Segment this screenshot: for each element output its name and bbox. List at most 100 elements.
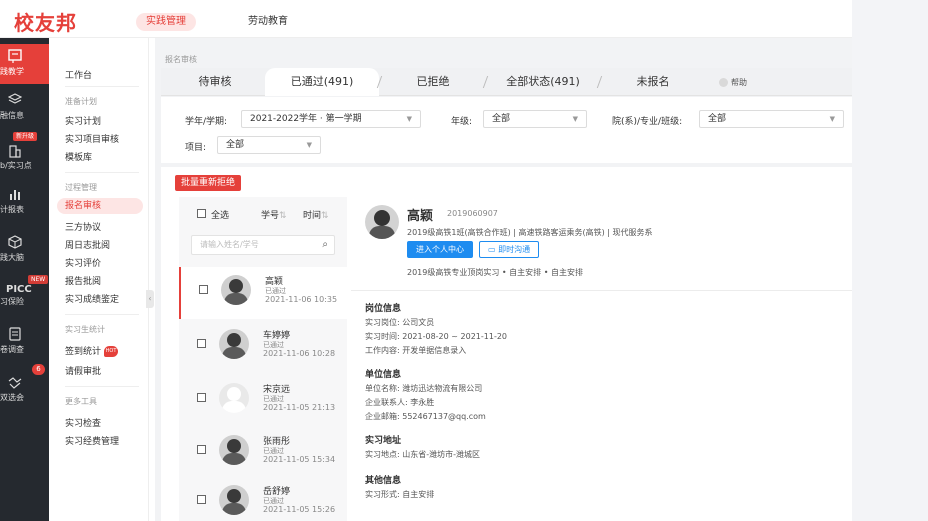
rail-item-practice[interactable]: 践教学 [0, 44, 49, 84]
tab-pending[interactable]: 待审核 [165, 68, 265, 96]
menu-item-project-review[interactable]: 实习项目审核 [65, 132, 119, 145]
row-checkbox[interactable] [197, 495, 206, 504]
student-time: 2021-11-05 21:13 [263, 403, 336, 412]
menu-item-workbench[interactable]: 工作台 [65, 68, 92, 81]
content-panel: 批量重新拒绝 全选 学号⇅ 时间⇅ 请输入姓名/学号 ⌕ 高颖 已通过 2021… [161, 167, 852, 521]
list-item[interactable]: 高颖 已通过 2021-11-06 10:35 [179, 267, 347, 319]
sort-by-time[interactable]: 时间⇅ [303, 208, 329, 221]
top-tab-practice[interactable]: 实践管理 [136, 13, 196, 31]
rail-item-label: 卷调查 [0, 345, 24, 354]
grade-value: 全部 [492, 114, 511, 124]
top-header: 校友邦 实践管理 劳动教育 [0, 0, 852, 38]
collapse-menu-handle[interactable]: ‹ [146, 290, 154, 308]
student-search-input[interactable]: 请输入姓名/学号 ⌕ [191, 235, 335, 255]
tab-all-status[interactable]: 全部状态(491) [487, 68, 599, 96]
rail-item-survey[interactable]: 卷调查 [0, 322, 49, 362]
list-item[interactable]: 岳舒婷 已通过 2021-11-05 15:26 [179, 477, 347, 521]
department-select[interactable]: 全部 ▼ [699, 110, 844, 128]
menu-item-weekly-log[interactable]: 周日志批阅 [65, 238, 110, 251]
year-select[interactable]: 2021-2022学年 · 第一学期 ▼ [241, 110, 421, 128]
project-value: 全部 [226, 140, 245, 150]
sort-by-id[interactable]: 学号⇅ [261, 208, 287, 221]
list-item[interactable]: 车婷婷 已通过 2021-11-06 10:28 [179, 321, 347, 373]
menu-divider [65, 386, 139, 387]
menu-group-prepare: 准备计划 [65, 97, 97, 106]
brand-logo[interactable]: 校友邦 [14, 7, 77, 36]
top-tab-labor[interactable]: 劳动教育 [238, 13, 298, 31]
grade-select[interactable]: 全部 ▼ [483, 110, 587, 128]
menu-item-leave[interactable]: 请假审批 [65, 364, 101, 377]
year-label: 学年/学期: [185, 117, 228, 127]
grade-label: 年级: [451, 117, 473, 127]
student-time: 2021-11-06 10:28 [263, 349, 336, 358]
personal-center-button[interactable]: 进入个人中心 [407, 241, 473, 258]
period-line: 实习时间: 2021-08-20 ~ 2021-11-20 [365, 332, 508, 341]
rail-item-brain[interactable]: 践大脑 [0, 230, 49, 270]
menu-group-stats: 实习生统计 [65, 325, 105, 334]
chat-label: 即时沟通 [498, 245, 531, 254]
menu-item-plan[interactable]: 实习计划 [65, 114, 101, 127]
menu-item-expense[interactable]: 实习经费管理 [65, 434, 119, 447]
company-contact-line: 企业联系人: 李永胜 [365, 398, 435, 407]
layers-icon [8, 93, 22, 104]
menu-item-checkin[interactable]: 签到统计 HOT [65, 344, 119, 357]
menu-item-template[interactable]: 模板库 [65, 150, 92, 163]
company-name-line: 单位名称: 潍坊迅达物流有限公司 [365, 384, 483, 393]
list-item[interactable]: 宋京远 已通过 2021-11-05 21:13 [179, 375, 347, 427]
menu-item-grade[interactable]: 实习成绩鉴定 [65, 292, 119, 305]
tab-rejected[interactable]: 已拒绝 [381, 68, 485, 96]
project-label: 项目: [185, 143, 207, 153]
row-checkbox[interactable] [199, 285, 208, 294]
rail-item-job-fair[interactable]: 6 双选会 [0, 364, 49, 404]
list-item[interactable]: 张雨彤 已通过 2021-11-05 15:34 [179, 427, 347, 479]
rail-item-insurance[interactable]: NEW PICC 习保险 [0, 274, 49, 314]
avatar [219, 485, 249, 515]
tab-approved[interactable]: 已通过(491) [265, 68, 379, 96]
right-blank-area [852, 0, 928, 521]
search-icon[interactable]: ⌕ [322, 236, 328, 254]
avatar [219, 383, 249, 413]
sort-id-label: 学号 [261, 211, 280, 221]
company-section-title: 单位信息 [365, 370, 402, 380]
rail-item-label: b/实习点 [0, 161, 32, 170]
upgrade-badge: 新升级 [13, 132, 38, 141]
menu-item-report[interactable]: 报告批阅 [65, 274, 101, 287]
select-all-checkbox[interactable] [197, 209, 206, 218]
batch-reject-button[interactable]: 批量重新拒绝 [175, 175, 242, 191]
row-checkbox[interactable] [197, 339, 206, 348]
rail-item-label: 习保险 [0, 297, 24, 306]
other-section-title: 其他信息 [365, 476, 402, 486]
help-icon [719, 78, 728, 87]
work-content-line: 工作内容: 开发单据信息录入 [365, 346, 467, 355]
department-label: 院(系)/专业/班级: [612, 117, 683, 127]
sort-icon: ⇅ [279, 211, 287, 221]
tab-not-signed-up[interactable]: 未报名 [601, 68, 705, 96]
address-line: 实习地点: 山东省-潍坊市-潍城区 [365, 450, 481, 459]
app-root: 校友邦 实践管理 劳动教育 践教学 融信息 新升级 b/实习点 计报表 践大脑 … [0, 0, 928, 521]
list-header: 全选 学号⇅ 时间⇅ [179, 197, 347, 227]
hot-badge: HOT [104, 346, 119, 357]
student-time: 2021-11-05 15:34 [263, 455, 336, 464]
project-select[interactable]: 全部 ▼ [217, 136, 321, 154]
menu-item-evaluation[interactable]: 实习评价 [65, 256, 101, 269]
instant-chat-button[interactable]: ▭ 即时沟通 [479, 241, 540, 258]
handshake-icon [8, 377, 22, 389]
menu-item-signup-review[interactable]: 报名审核 [57, 198, 143, 214]
bar-chart-icon [10, 190, 20, 200]
row-checkbox[interactable] [197, 393, 206, 402]
menu-item-inspection[interactable]: 实习检查 [65, 416, 101, 429]
breadcrumb: 报名审核 [165, 55, 197, 64]
address-section-title: 实习地址 [365, 436, 402, 446]
detail-class-info: 2019级高铁1班(高铁合作班) | 高速铁路客运乘务(高铁) | 现代服务系 [407, 228, 653, 237]
rail-item-reports[interactable]: 计报表 [0, 182, 49, 222]
row-checkbox[interactable] [197, 445, 206, 454]
rail-item-label: 践教学 [0, 67, 24, 76]
help-link[interactable]: 帮助 [719, 77, 747, 88]
menu-group-process: 过程管理 [65, 183, 97, 192]
student-list: 全选 学号⇅ 时间⇅ 请输入姓名/学号 ⌕ 高颖 已通过 2021-11-06 … [179, 197, 347, 521]
building-icon [9, 145, 21, 158]
rail-item-finance[interactable]: 融信息 [0, 88, 49, 128]
menu-item-tripartite[interactable]: 三方协议 [65, 220, 101, 233]
rail-item-company[interactable]: 新升级 b/实习点 [0, 132, 49, 172]
status-tabs: 待审核 已通过(491) 已拒绝 全部状态(491) 未报名 帮助 [161, 68, 852, 96]
